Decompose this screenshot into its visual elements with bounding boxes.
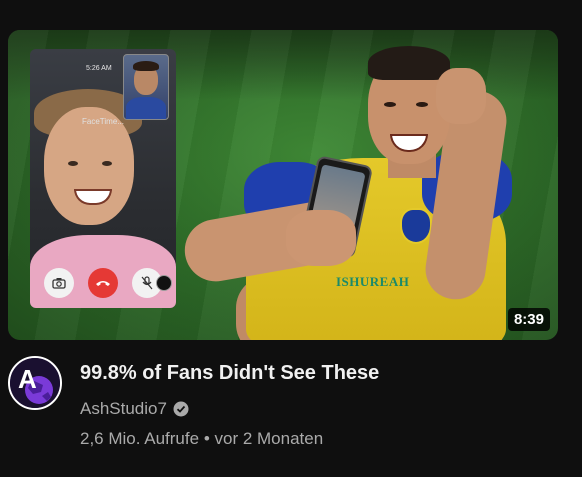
caller-eye-left <box>68 161 78 166</box>
player-hand-phone <box>286 210 356 266</box>
channel-name: AshStudio7 <box>80 399 167 418</box>
pip-body <box>126 97 166 119</box>
end-call-icon <box>88 268 118 298</box>
view-count: 2,6 Mio. Aufrufe <box>80 429 200 448</box>
phone-time: 5:26 AM <box>86 65 112 72</box>
upload-age: vor 2 Monaten <box>214 429 324 448</box>
caller-eye-right <box>102 161 112 166</box>
video-thumbnail[interactable]: 5:26 AM FaceTime... ISHUREAH 8:39 <box>8 30 558 340</box>
video-metadata: 2,6 Mio. Aufrufe • vor 2 Monaten <box>80 429 323 449</box>
ash-studio-logo: A <box>10 358 60 408</box>
player-hair <box>368 46 450 80</box>
pip-hair <box>133 61 159 71</box>
camera-icon <box>44 268 74 298</box>
meta-separator: • <box>203 429 210 448</box>
player-eye-right <box>416 102 428 107</box>
facetime-caption: FaceTime... <box>82 117 124 126</box>
player-eye-left <box>384 102 396 107</box>
facetime-phone-screen: 5:26 AM FaceTime... <box>30 49 176 308</box>
svg-text:A: A <box>18 364 37 394</box>
video-duration-badge: 8:39 <box>507 308 550 331</box>
channel-name-link[interactable]: AshStudio7 <box>80 399 189 419</box>
video-title[interactable]: 99.8% of Fans Didn't See These <box>80 362 379 385</box>
club-crest-icon <box>400 208 432 244</box>
pip-video <box>123 54 169 120</box>
channel-avatar[interactable]: A <box>8 356 62 410</box>
player-hand-head <box>436 68 486 124</box>
verified-check-icon <box>173 401 189 417</box>
club-logo-icon <box>156 275 172 291</box>
jersey-sponsor: ISHUREAH <box>336 274 410 289</box>
